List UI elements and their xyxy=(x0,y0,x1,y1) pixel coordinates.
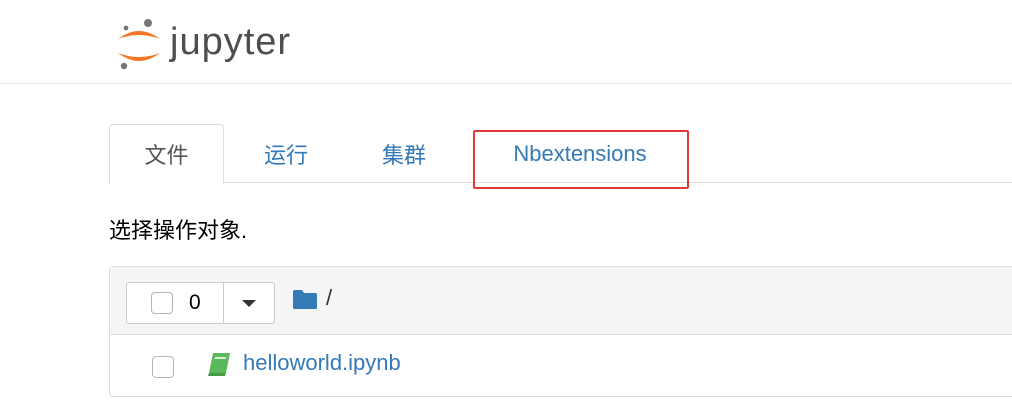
file-checkbox[interactable] xyxy=(152,356,174,378)
tab-bar: 文件 运行 集群 Nbextensions xyxy=(109,124,1012,184)
file-list-panel: 0 / helloworld.ipynb xyxy=(109,266,1012,397)
file-link[interactable]: helloworld.ipynb xyxy=(243,350,401,376)
caret-down-icon xyxy=(242,299,257,307)
logo-text: jupyter xyxy=(170,20,292,63)
selected-count: 0 xyxy=(189,291,201,314)
header: jupyter xyxy=(0,0,1012,84)
tab-running[interactable]: 运行 xyxy=(227,124,345,183)
jupyter-logo[interactable]: jupyter xyxy=(114,14,334,74)
select-dropdown-group: 0 xyxy=(126,282,275,324)
breadcrumb-path[interactable]: / xyxy=(326,285,332,311)
tab-clusters[interactable]: 集群 xyxy=(345,124,463,183)
tab-nbextensions[interactable]: Nbextensions xyxy=(473,124,687,183)
select-all-button[interactable]: 0 xyxy=(126,282,225,324)
jupyter-logo-icon xyxy=(118,19,160,70)
file-list-header: 0 / xyxy=(110,267,1012,335)
select-menu-toggle[interactable] xyxy=(224,282,275,324)
folder-icon[interactable] xyxy=(292,289,318,310)
instruction-text: 选择操作对象. xyxy=(109,218,248,243)
notebook-icon xyxy=(208,353,230,376)
file-row[interactable]: helloworld.ipynb xyxy=(110,335,1012,397)
tab-files[interactable]: 文件 xyxy=(109,124,224,184)
select-all-checkbox[interactable] xyxy=(151,292,173,314)
